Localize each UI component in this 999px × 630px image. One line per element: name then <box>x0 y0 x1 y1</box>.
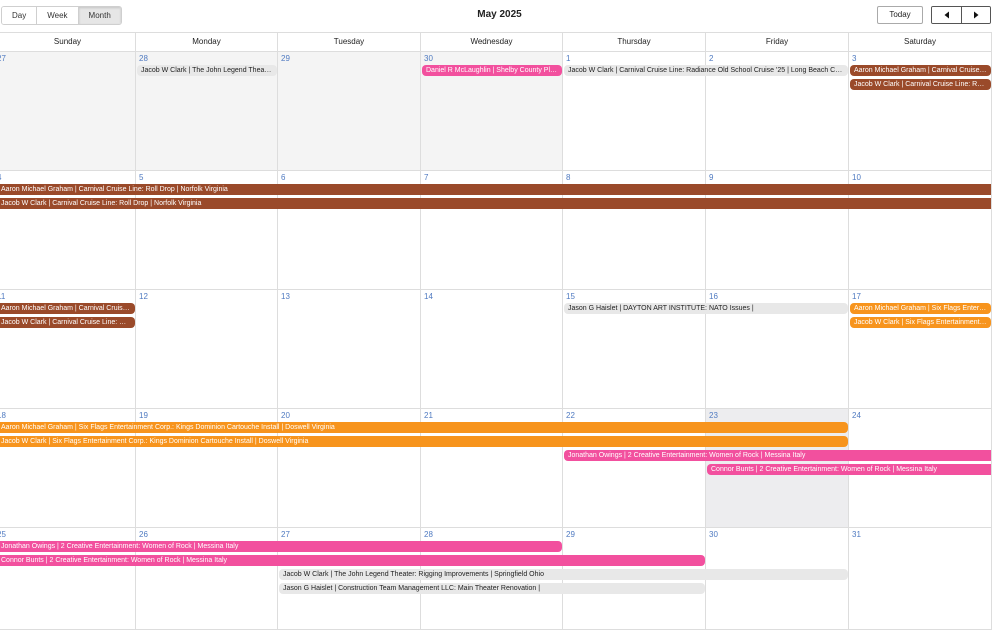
calendar-event[interactable]: Jacob W Clark | Carnival Cruise Line: Ro… <box>0 317 135 328</box>
calendar-event[interactable]: Jacob W Clark | Six Flags Entertainment … <box>0 436 848 447</box>
day-number[interactable]: 7 <box>424 173 428 182</box>
weekday-1: Monday <box>136 33 278 52</box>
day-number[interactable]: 29 <box>281 54 290 63</box>
week-row: 27 28 29 30 1 2 3 Jacob W Clark | The John Lege… <box>0 52 992 171</box>
day-number[interactable]: 18 <box>0 411 6 420</box>
weekday-6: Saturday <box>849 33 992 52</box>
day-cell[interactable]: 31 <box>849 528 992 629</box>
prev-month-button[interactable] <box>932 7 961 23</box>
calendar-event[interactable]: Jason G Haislet | Construction Team Mana… <box>279 583 705 594</box>
calendar-event[interactable]: Aaron Michael Graham | Carnival Cruise L… <box>0 303 135 314</box>
day-number[interactable]: 23 <box>709 411 718 420</box>
day-number[interactable]: 2 <box>709 54 713 63</box>
day-number[interactable]: 3 <box>852 54 856 63</box>
day-number[interactable]: 9 <box>709 173 713 182</box>
week-row: 25 26 27 28 29 30 31 Jonathan Owings | 2 Creati… <box>0 528 992 630</box>
day-number[interactable]: 11 <box>0 292 5 301</box>
day-number[interactable]: 14 <box>424 292 433 301</box>
calendar-event[interactable]: Connor Bunts | 2 Creative Entertainment:… <box>0 555 705 566</box>
day-cell[interactable]: 27 <box>0 52 136 170</box>
day-number[interactable]: 30 <box>424 54 433 63</box>
day-number[interactable]: 17 <box>852 292 861 301</box>
calendar-event[interactable]: Aaron Michael Graham | Carnival Cruise L… <box>850 65 991 76</box>
week-row: 18 19 20 21 22 23 24 Aaron Michael Graham | Six… <box>0 409 992 528</box>
weekday-3: Wednesday <box>421 33 563 52</box>
day-number[interactable]: 25 <box>0 530 6 539</box>
calendar-event[interactable]: Aaron Michael Graham | Carnival Cruise L… <box>0 184 991 195</box>
calendar-event[interactable]: Jacob W Clark | The John Legend Theater:… <box>137 65 277 76</box>
day-cell[interactable]: 12 <box>136 290 278 408</box>
calendar-toolbar: Day Week Month May 2025 Today <box>0 0 999 32</box>
day-number[interactable]: 19 <box>139 411 148 420</box>
day-number[interactable]: 8 <box>566 173 570 182</box>
day-number[interactable]: 26 <box>139 530 148 539</box>
weekday-2: Tuesday <box>278 33 421 52</box>
calendar-event[interactable]: Connor Bunts | 2 Creative Entertainment:… <box>707 464 991 475</box>
day-number[interactable]: 6 <box>281 173 285 182</box>
weekday-5: Friday <box>706 33 849 52</box>
month-nav <box>931 6 991 24</box>
calendar-event[interactable]: Jacob W Clark | The John Legend Theater:… <box>279 569 848 580</box>
day-number[interactable]: 22 <box>566 411 575 420</box>
week-row: 4 5 6 7 8 9 10 Aaron Michael Graham | Carnival … <box>0 171 992 290</box>
day-number[interactable]: 5 <box>139 173 143 182</box>
day-number[interactable]: 27 <box>0 54 6 63</box>
calendar-event[interactable]: Jacob W Clark | Six Flags Entertainment … <box>850 317 991 328</box>
day-number[interactable]: 16 <box>709 292 718 301</box>
calendar-title: May 2025 <box>477 9 522 20</box>
today-button[interactable]: Today <box>877 6 923 24</box>
weekday-4: Thursday <box>563 33 706 52</box>
day-cell[interactable]: 29 <box>278 52 421 170</box>
day-cell[interactable]: 13 <box>278 290 421 408</box>
week-row: 11 12 13 14 15 16 17 Aaron Michael Graham | Car… <box>0 290 992 409</box>
day-number[interactable]: 1 <box>566 54 570 63</box>
calendar-event[interactable]: Jacob W Clark | Carnival Cruise Line: Ro… <box>850 79 991 90</box>
day-number[interactable]: 28 <box>424 530 433 539</box>
day-number[interactable]: 31 <box>852 530 861 539</box>
calendar-event[interactable]: Jacob W Clark | Carnival Cruise Line: Ra… <box>564 65 848 76</box>
triangle-right-icon <box>974 11 979 19</box>
calendar-event[interactable]: Jacob W Clark | Carnival Cruise Line: Ro… <box>0 198 991 209</box>
day-number[interactable]: 20 <box>281 411 290 420</box>
weekday-header: Sunday Monday Tuesday Wednesday Thursday Frid… <box>0 32 992 52</box>
weekday-0: Sunday <box>0 33 136 52</box>
calendar-event[interactable]: Jonathan Owings | 2 Creative Entertainme… <box>564 450 991 461</box>
calendar-event[interactable]: Jason G Haislet | DAYTON ART INSTITUTE: … <box>564 303 848 314</box>
day-number[interactable]: 15 <box>566 292 575 301</box>
day-number[interactable]: 10 <box>852 173 861 182</box>
day-number[interactable]: 21 <box>424 411 433 420</box>
day-number[interactable]: 4 <box>0 173 1 182</box>
day-cell[interactable]: 14 <box>421 290 563 408</box>
day-number[interactable]: 24 <box>852 411 861 420</box>
day-number[interactable]: 29 <box>566 530 575 539</box>
calendar-event[interactable]: Daniel R McLaughlin | Shelby County Play… <box>422 65 562 76</box>
calendar-event[interactable]: Jonathan Owings | 2 Creative Entertainme… <box>0 541 562 552</box>
day-number[interactable]: 12 <box>139 292 148 301</box>
day-number[interactable]: 28 <box>139 54 148 63</box>
next-month-button[interactable] <box>961 7 990 23</box>
day-number[interactable]: 27 <box>281 530 290 539</box>
day-number[interactable]: 30 <box>709 530 718 539</box>
day-number[interactable]: 13 <box>281 292 290 301</box>
triangle-left-icon <box>944 11 949 19</box>
calendar-event[interactable]: Aaron Michael Graham | Six Flags Enterta… <box>850 303 991 314</box>
calendar-event[interactable]: Aaron Michael Graham | Six Flags Enterta… <box>0 422 848 433</box>
